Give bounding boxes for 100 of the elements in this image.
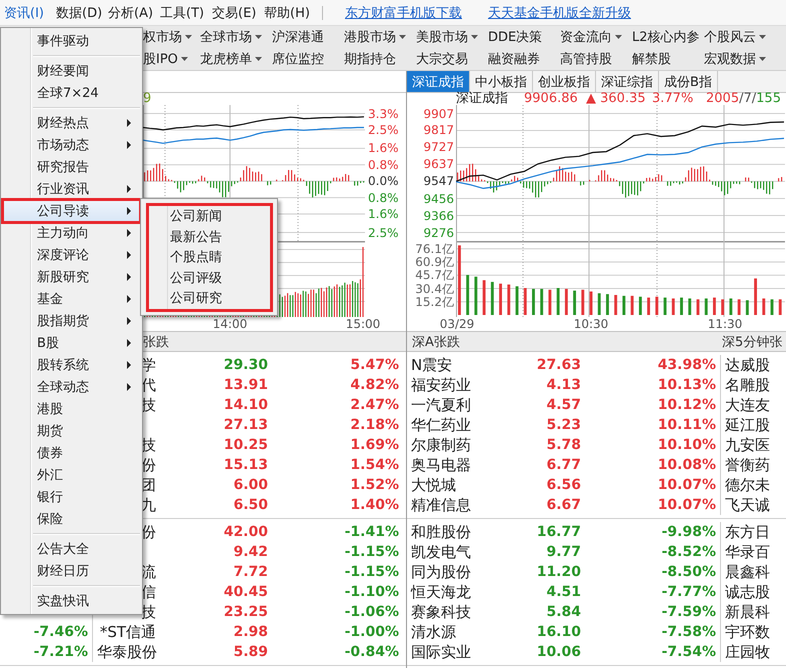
- index-value: 9906.86: [524, 93, 579, 105]
- table-cell-text: 凯发电气: [410, 542, 472, 562]
- table-cell-text: -7.46%: [32, 623, 89, 642]
- axis-label: 9547: [423, 174, 454, 188]
- table-cell-text: 11.20: [536, 563, 582, 582]
- axis-label: 9817: [423, 123, 454, 138]
- table-cell-text: 6.77: [545, 456, 582, 475]
- table-cell-text: 9.77: [545, 543, 582, 562]
- table-cell-text: 4.51: [545, 583, 582, 602]
- table-cell-text: 7.72: [232, 563, 269, 582]
- table-cell-text: -7.59%: [660, 603, 717, 622]
- axis-label: 15.2亿: [415, 294, 454, 309]
- axis-label: 9727: [423, 140, 454, 154]
- table-cell-text: 23.25: [222, 603, 269, 622]
- table-cell-text: 16.10: [536, 623, 582, 642]
- table-cell-text: 2.18%: [349, 416, 400, 435]
- axis-label: 0.8%: [368, 158, 398, 172]
- table-cell-text: 4.82%: [349, 376, 400, 395]
- breadth-count: /: [739, 93, 744, 105]
- table-cell-text: 5.84: [545, 603, 582, 622]
- table-cell-text: 奥马电器: [410, 455, 472, 475]
- table-cell-text: 2.47%: [349, 396, 400, 415]
- table-cell: 宇环数: [720, 622, 786, 642]
- index-name: 深证成指: [456, 93, 509, 105]
- table-cell-text: 清水源: [410, 622, 457, 642]
- table-cell: 华泰股份: [92, 642, 160, 662]
- axis-label: 76.1亿: [415, 242, 454, 256]
- axis-label: 60.9亿: [415, 254, 454, 269]
- table-cell-text: 10.08%: [656, 456, 717, 475]
- table-cell-text: -8.52%: [660, 543, 717, 562]
- breadth-count: /: [752, 93, 756, 105]
- table-cell-text: 10.10%: [656, 436, 717, 455]
- axis-label: 2.5%: [368, 122, 398, 137]
- table-cell-text: 尔康制药: [410, 435, 472, 455]
- table-cell-text: 6.67: [545, 496, 582, 515]
- table-cell-text: 13.91: [222, 376, 269, 395]
- table-cell-text: 恒天海龙: [410, 582, 472, 602]
- table-cell-text: 华仁药业: [410, 415, 472, 435]
- table-cell-text: -1.00%: [344, 623, 400, 642]
- breadth-count: 2005: [706, 93, 740, 105]
- table-cell: 誉衡药: [720, 455, 786, 475]
- table-cell-text: 9.42: [232, 543, 269, 562]
- table-cell: 晨鑫科: [720, 562, 786, 582]
- axis-label: 9637: [423, 157, 454, 172]
- table-cell-text: 16.77: [536, 523, 582, 542]
- table-cell-text: 29.30: [222, 356, 269, 375]
- table-cell-text: 1.69%: [349, 436, 400, 455]
- axis-label: 0.8%: [368, 190, 398, 205]
- table-cell-text: N震安: [410, 355, 454, 375]
- table-cell-text: 2.98: [232, 623, 269, 642]
- table-cell-text: 5.23: [545, 416, 582, 435]
- table-cell-text: -1.06%: [344, 603, 400, 622]
- table-cell: 德尔未: [720, 475, 786, 495]
- table-cell-text: 大悦城: [410, 475, 457, 495]
- table-cell-text: 27.13: [222, 416, 269, 435]
- axis-label: 9907: [423, 106, 454, 120]
- table-cell-text: 精准信息: [410, 495, 472, 515]
- table-cell-text: 4.57: [545, 396, 582, 415]
- breadth-count: 155: [756, 93, 781, 105]
- table-cell-text: -1.41%: [344, 523, 400, 542]
- axis-label: 3.3%: [368, 106, 398, 120]
- index-percent: 3.77%: [652, 93, 694, 105]
- table-cell-text: 40.45: [222, 583, 269, 602]
- table-cell-text: 10.06: [536, 643, 582, 662]
- table-cell: 新晨科: [720, 602, 786, 622]
- table-cell-text: 14.10: [222, 396, 269, 415]
- table-cell: 庄园牧: [720, 642, 786, 662]
- table-cell-text: 1.40%: [349, 496, 400, 515]
- table-cell-text: 5.78: [545, 436, 582, 455]
- axis-label: 30.4亿: [415, 282, 454, 296]
- column-header: 深A张跌: [412, 334, 461, 350]
- table-cell-text: 42.00: [222, 523, 269, 542]
- table-cell: 华录百: [720, 542, 786, 562]
- table-cell-text: -0.84%: [344, 643, 400, 662]
- column-header: 深5分钟张: [722, 334, 782, 350]
- table-cell-text: -9.98%: [660, 523, 717, 542]
- axis-label: 0.0%: [368, 174, 398, 188]
- time-label: 03/29: [438, 317, 476, 331]
- table-cell-text: 43.98%: [656, 356, 717, 375]
- time-label: 15:00: [344, 317, 382, 331]
- axis-label: 1.6%: [368, 207, 398, 222]
- table-cell-text: -7.21%: [32, 643, 89, 662]
- table-cell-text: 10.07%: [656, 496, 717, 515]
- table-cell-text: 10.12%: [656, 396, 717, 415]
- table-cell-text: 一汽夏利: [410, 395, 472, 415]
- table-cell-text: 福安药业: [410, 375, 472, 395]
- index-value: 9: [143, 93, 152, 105]
- table-cell-text: -1.10%: [344, 583, 400, 602]
- table-cell-text: 和胜股份: [410, 522, 472, 542]
- table-cell: 诚志股: [720, 582, 786, 602]
- table-cell-text: 6.00: [232, 476, 269, 495]
- column-header: 张跌: [143, 334, 169, 350]
- time-label: 14:00: [212, 317, 248, 331]
- table-cell-text: -1.15%: [344, 563, 400, 582]
- table-cell: 大连友: [720, 395, 786, 415]
- table-cell: 达威股: [720, 355, 786, 375]
- table-cell-text: 10.13%: [656, 376, 717, 395]
- table-cell-text: -8.50%: [660, 563, 717, 582]
- table-cell-text: -7.58%: [660, 623, 717, 642]
- table-cell-text: 赛象科技: [410, 602, 472, 622]
